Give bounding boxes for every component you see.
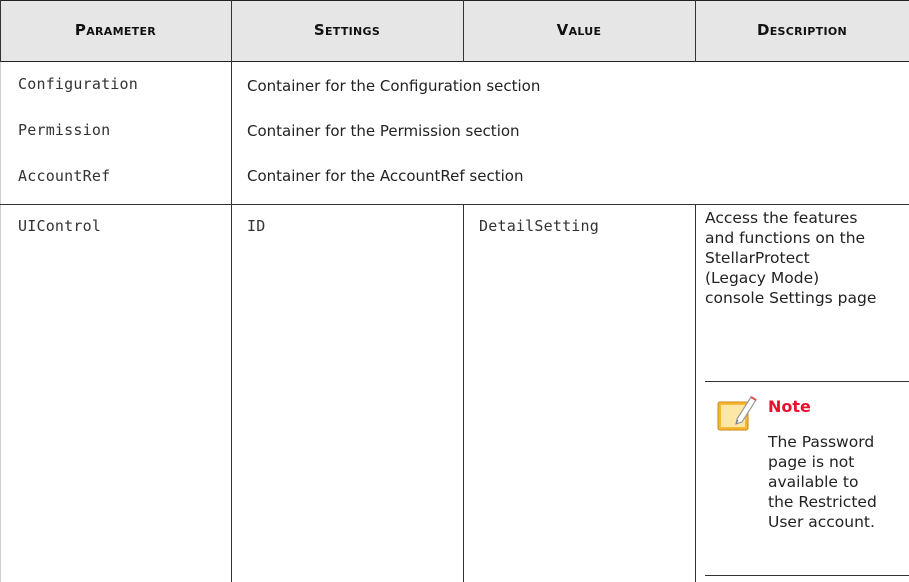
section-row-param: Permission [18,121,111,139]
note-body: The Password page is not available to th… [768,432,908,532]
description-line: Access the features [705,209,858,227]
description-line: (Legacy Mode) [705,269,820,287]
uicontrol-divider-3 [695,204,696,582]
header-divider-2 [463,0,464,62]
header-settings: Settings [313,21,381,39]
note-top-rule [705,381,909,382]
section-row-text: Container for the Permission section [247,122,520,140]
note-line: available to [768,473,859,491]
uicontrol-divider-1 [231,204,232,582]
note-title: Note [768,397,811,416]
description-line: StellarProtect [705,249,810,267]
description-line: and functions on the [705,229,866,247]
section-row-param: AccountRef [18,167,111,185]
uicontrol-settings: ID [247,217,266,235]
row-divider [0,204,909,205]
parameter-table: Parameter Settings Value Description Con… [0,0,909,582]
note-line: User account. [768,513,875,531]
note-line: page is not [768,453,855,471]
section-row-text: Container for the Configuration section [247,77,541,95]
section-row-param: Configuration [18,75,138,93]
description-line: console Settings page [705,289,877,307]
header-parameter: Parameter [74,21,157,39]
header-divider-3 [695,0,696,62]
uicontrol-description: Access the features and functions on the… [705,208,909,308]
uicontrol-parameter: UIControl [18,217,102,235]
uicontrol-divider-2 [463,204,464,582]
table-border-left-body [0,62,1,582]
section-rows-divider [231,62,232,204]
note-line: the Restricted [768,493,877,511]
table-border-left [0,0,1,62]
header-description: Description [756,21,848,39]
uicontrol-value: DetailSetting [479,217,599,235]
note-bottom-rule [705,575,909,576]
header-divider-1 [231,0,232,62]
note-line: The Password [768,433,875,451]
header-value: Value [556,21,602,39]
section-row-text: Container for the AccountRef section [247,167,524,185]
note-pencil-icon [717,396,757,431]
